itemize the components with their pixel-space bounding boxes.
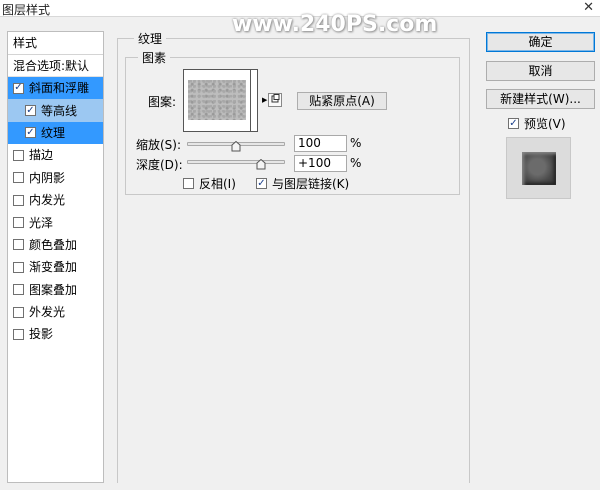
link-with-layer-checkbox[interactable]: ✓ 与图层链接(K)	[256, 175, 349, 192]
link-with-layer-label: 与图层链接(K)	[272, 177, 350, 191]
style-item-checkbox[interactable]	[13, 328, 24, 340]
scale-unit: %	[350, 136, 362, 150]
scale-label: 缩放(S):	[136, 138, 182, 152]
style-item-checkbox[interactable]	[13, 284, 24, 296]
style-item-label: 斜面和浮雕	[29, 81, 90, 96]
style-item-label: 描边	[29, 148, 54, 163]
blend-options-item[interactable]: 混合选项:默认	[8, 55, 103, 77]
style-item-checkbox[interactable]	[13, 149, 24, 161]
cancel-button[interactable]: 取消	[486, 61, 595, 81]
style-item[interactable]: ✓ 斜面和浮雕	[8, 77, 103, 100]
depth-label: 深度(D):	[136, 158, 183, 172]
style-item[interactable]: 图案叠加	[8, 279, 103, 301]
depth-slider[interactable]	[187, 160, 285, 164]
style-item[interactable]: 投影	[8, 323, 103, 345]
close-icon[interactable]: ✕	[583, 0, 594, 15]
style-item-label: 外发光	[29, 305, 66, 320]
style-preview-thumbnail	[522, 152, 556, 185]
style-item[interactable]: 颜色叠加	[8, 234, 103, 256]
depth-input[interactable]: +100	[294, 155, 347, 172]
link-checkbox-box[interactable]: ✓	[256, 178, 267, 189]
preview-checkbox[interactable]: ✓ 预览(V)	[508, 115, 566, 132]
style-item-label: 渐变叠加	[29, 260, 78, 275]
invert-checkbox-box[interactable]	[183, 178, 194, 189]
style-item-checkbox[interactable]	[13, 239, 24, 251]
style-item-checkbox[interactable]	[13, 194, 24, 206]
style-item-checkbox[interactable]	[13, 261, 24, 273]
style-preview	[506, 137, 571, 199]
style-item-label: 纹理	[41, 125, 66, 140]
invert-checkbox[interactable]: 反相(I)	[183, 175, 236, 192]
style-item-checkbox[interactable]: ✓	[25, 127, 36, 139]
style-item[interactable]: 描边	[8, 144, 103, 166]
style-item-label: 内发光	[29, 193, 66, 208]
preview-label: 预览(V)	[524, 117, 566, 131]
pattern-group-title: 图素	[138, 49, 171, 66]
style-item-label: 颜色叠加	[29, 237, 78, 252]
pattern-swatch[interactable]	[183, 69, 258, 132]
style-item[interactable]: 内发光	[8, 189, 103, 211]
style-item-label: 光泽	[29, 215, 54, 230]
style-item-checkbox[interactable]: ✓	[13, 82, 24, 94]
styles-header[interactable]: 样式	[8, 32, 103, 55]
styles-list: 样式 混合选项:默认 ✓ 斜面和浮雕 ✓ 等高线 ✓ 纹理描边内阴影内发光光泽颜色叠加渐变…	[7, 31, 104, 483]
invert-label: 反相(I)	[199, 177, 236, 191]
style-item[interactable]: 光泽	[8, 211, 103, 233]
style-item-label: 内阴影	[29, 170, 66, 185]
style-item-checkbox[interactable]	[13, 172, 24, 184]
snap-to-origin-button[interactable]: 贴紧原点(A)	[297, 92, 387, 110]
style-item-label: 图案叠加	[29, 282, 78, 297]
window-title: 图层样式	[2, 3, 51, 17]
style-item[interactable]: ✓ 纹理	[8, 121, 103, 145]
style-item[interactable]: ✓ 等高线	[8, 99, 103, 122]
depth-slider-thumb[interactable]	[256, 159, 266, 170]
style-item-label: 等高线	[41, 103, 78, 118]
new-preset-icon[interactable]	[268, 93, 282, 107]
pattern-label: 图案:	[148, 95, 177, 109]
pattern-dropdown-icon[interactable]: ▶	[262, 96, 267, 104]
preview-checkbox-box[interactable]: ✓	[508, 118, 519, 129]
texture-group-title: 纹理	[134, 30, 167, 47]
pattern-thumbnail	[188, 80, 246, 120]
style-item-checkbox[interactable]	[13, 306, 24, 318]
watermark: www.240PS.com	[232, 12, 438, 37]
style-item[interactable]: 内阴影	[8, 167, 103, 189]
scale-input[interactable]: 100	[294, 135, 347, 152]
depth-unit: %	[350, 156, 362, 170]
style-item-checkbox[interactable]: ✓	[25, 105, 36, 117]
style-item[interactable]: 外发光	[8, 301, 103, 323]
style-item-checkbox[interactable]	[13, 217, 24, 229]
new-style-button[interactable]: 新建样式(W)...	[486, 89, 595, 109]
style-item-label: 投影	[29, 327, 54, 342]
scale-slider-thumb[interactable]	[231, 141, 241, 152]
swatch-divider	[250, 70, 251, 131]
style-item[interactable]: 渐变叠加	[8, 256, 103, 278]
ok-button[interactable]: 确定	[486, 32, 595, 52]
